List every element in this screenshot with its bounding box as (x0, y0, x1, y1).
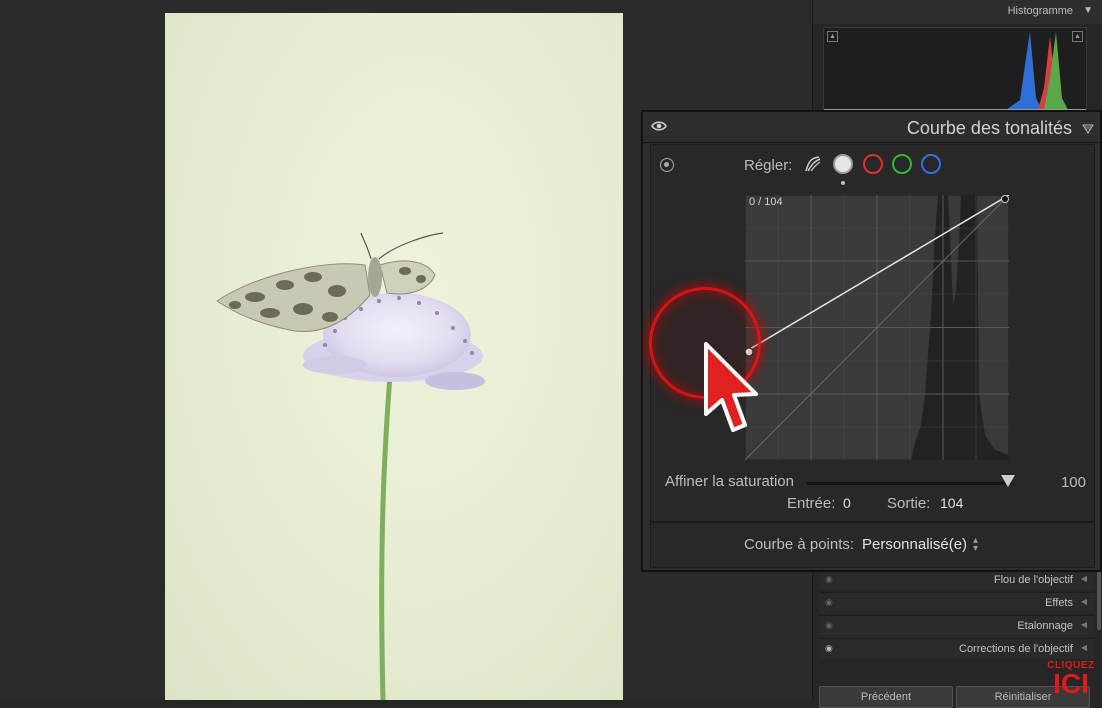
point-curve-dropdown[interactable]: Personnalisé(e) (862, 536, 967, 553)
output-value: 104 (940, 495, 964, 511)
tone-curve-graph[interactable] (745, 195, 1009, 460)
selected-indicator-icon (841, 181, 845, 185)
tone-curve-header[interactable]: Courbe des tonalités (643, 112, 1100, 143)
input-value: 0 (843, 495, 851, 511)
section-calibration[interactable]: ◉ Etalonnage ◀ (819, 615, 1095, 636)
green-channel-button[interactable] (892, 154, 912, 174)
photo-preview[interactable] (165, 13, 623, 700)
section-label: Flou de l'objectif (993, 574, 1073, 586)
targeted-adjustment-icon[interactable] (660, 158, 674, 172)
section-effects[interactable]: ◉ Effets ◀ (819, 592, 1095, 613)
output-label: Sortie: (887, 495, 931, 512)
triangle-left-icon: ◀ (1080, 597, 1087, 606)
panel-title: Courbe des tonalités (906, 118, 1072, 138)
previous-button[interactable]: Précédent (819, 686, 953, 708)
section-label: Etalonnage (1017, 620, 1073, 632)
red-channel-button[interactable] (863, 154, 883, 174)
pointer-cursor-icon (704, 342, 758, 432)
saturation-slider-thumb[interactable] (1001, 475, 1015, 487)
histogram-graph: ▲ ▲ (823, 27, 1087, 111)
eye-icon[interactable] (651, 119, 667, 137)
eye-icon[interactable]: ◉ (825, 597, 833, 608)
triangle-left-icon: ◀ (1080, 620, 1087, 629)
promo-badge[interactable]: CLIQUEZ ICI (1046, 660, 1096, 700)
menu-triangle-icon[interactable] (1082, 121, 1094, 139)
section-label: Corrections de l'objectif (959, 643, 1073, 655)
point-curve-row: Courbe à points: Personnalisé(e) ▴ ▾ (650, 522, 1095, 568)
point-curve-label: Courbe à points: (744, 536, 855, 553)
eye-icon[interactable]: ◉ (825, 620, 833, 631)
butterfly-flower-image (216, 232, 485, 700)
highlight-clipping-icon[interactable]: ▲ (1072, 31, 1083, 42)
section-label: Effets (1045, 597, 1073, 609)
saturation-value: 100 (1060, 474, 1086, 491)
point-curve-white-button[interactable] (833, 154, 853, 174)
shadow-clipping-icon[interactable]: ▲ (827, 31, 838, 42)
triangle-down-icon[interactable]: ▼ (1083, 5, 1093, 16)
eye-icon[interactable]: ◉ (825, 574, 833, 585)
histogram-plot (824, 32, 1086, 110)
curve-point-white (1001, 195, 1009, 203)
curve-coordinate-readout: 0 / 104 (749, 196, 783, 208)
panel-scrollbar[interactable] (1097, 570, 1101, 630)
saturation-slider-track[interactable] (806, 482, 1012, 485)
updown-arrow-icon[interactable]: ▴ ▾ (973, 536, 978, 554)
histogram-title: Histogramme (1007, 5, 1073, 17)
promo-big-text: ICI (1053, 668, 1089, 699)
histogram-header[interactable]: Histogramme ▼ (813, 0, 1102, 24)
adjust-label: Régler: (744, 157, 793, 174)
section-lens-corrections[interactable]: ◉ Corrections de l'objectif ◀ (819, 638, 1095, 659)
section-lens-blur[interactable]: ◉ Flou de l'objectif ◀ (819, 569, 1095, 590)
eye-icon[interactable]: ◉ (825, 643, 833, 654)
parametric-curve-icon[interactable] (803, 154, 823, 174)
saturation-label: Affiner la saturation (665, 473, 794, 490)
triangle-left-icon: ◀ (1080, 574, 1087, 583)
input-label: Entrée: (787, 495, 836, 512)
triangle-left-icon: ◀ (1080, 643, 1087, 652)
blue-channel-button[interactable] (921, 154, 941, 174)
